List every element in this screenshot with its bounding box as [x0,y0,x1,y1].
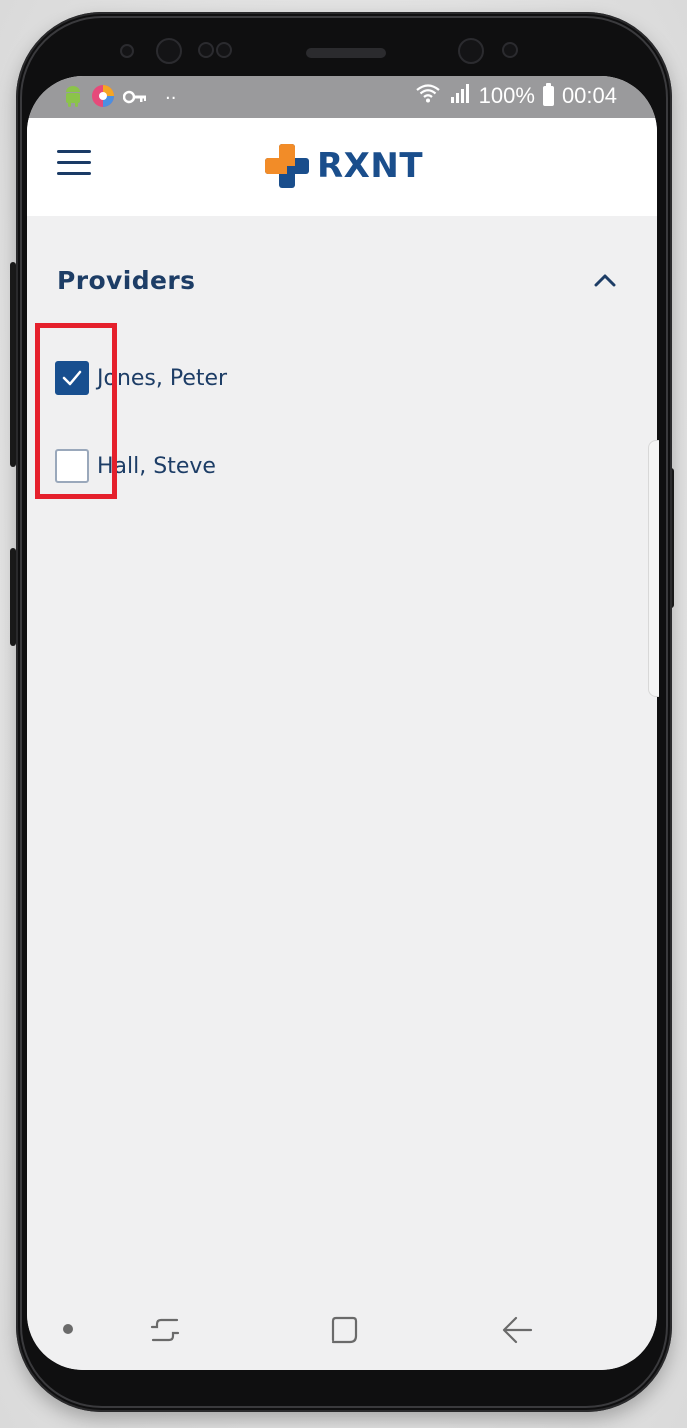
section-title: Providers [57,265,196,295]
android-icon [63,85,83,112]
navigation-bar [27,1290,657,1370]
rxnt-cross-icon [265,144,309,188]
edge-panel-handle[interactable] [648,440,659,697]
device-screen: ·· 100% 00:04 RXNT Providers Jones, Pete… [27,76,657,1370]
providers-section-header[interactable]: Providers [57,260,621,300]
status-bar: ·· 100% 00:04 [27,76,657,118]
checkmark-icon [62,370,82,386]
iris-sensor-right [216,42,232,58]
proximity-sensor [120,44,134,58]
iris-camera [458,38,484,64]
wifi-icon [415,82,441,110]
main-content: Providers Jones, Peter Hall, Steve [27,216,657,1290]
device-frame-background: ·· 100% 00:04 RXNT Providers Jones, Pete… [0,0,687,1428]
ir-led [502,42,518,58]
nav-indicator-dot [63,1324,73,1334]
earpiece-speaker [306,48,386,58]
brand-name: RXNT [317,146,424,186]
hamburger-menu-icon[interactable] [57,150,93,178]
battery-percent: 100% [478,83,535,108]
battery-icon [542,83,554,106]
status-time: 00:04 [561,83,617,108]
iris-sensor-left [198,42,214,58]
home-icon[interactable] [323,1310,363,1350]
provider-checkbox-checked[interactable] [55,361,89,395]
key-icon [122,88,147,109]
provider-label: Hall, Steve [97,453,216,479]
status-right-icons: 100% 00:04 [415,82,617,110]
provider-checkbox-unchecked[interactable] [55,449,89,483]
app-header: RXNT [27,118,657,216]
provider-label: Jones, Peter [97,365,228,391]
color-app-icon [91,84,115,113]
phone-body: ·· 100% 00:04 RXNT Providers Jones, Pete… [16,12,672,1412]
status-left-icons: ·· [63,84,176,113]
provider-item[interactable]: Jones, Peter [55,361,227,395]
chevron-up-icon[interactable] [589,264,621,296]
front-camera [156,38,182,64]
signal-icon [449,82,471,110]
notification-dots: ·· [165,88,177,109]
recent-apps-icon[interactable] [145,1310,185,1350]
provider-item[interactable]: Hall, Steve [55,449,216,483]
back-icon[interactable] [497,1310,537,1350]
rxnt-logo: RXNT [265,144,423,188]
